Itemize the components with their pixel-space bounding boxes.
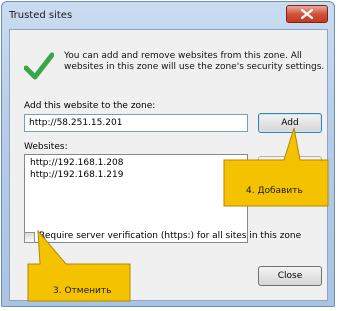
cancel-hint-text: 3. Отменить — [53, 286, 112, 296]
add-hint-text: 4. Добавить — [246, 186, 303, 196]
add-hint-callout — [27, 127, 329, 302]
